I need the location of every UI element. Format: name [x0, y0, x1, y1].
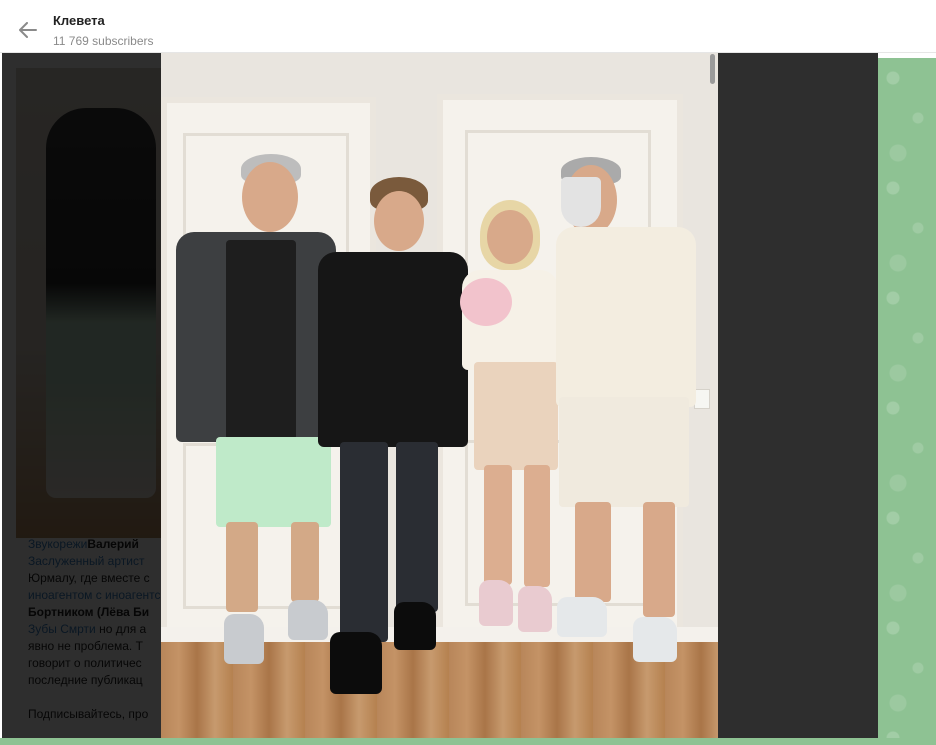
channel-title[interactable]: Клевета — [53, 13, 105, 28]
chat-wallpaper-strip — [0, 738, 936, 745]
photo-person-2 — [318, 177, 468, 707]
back-button[interactable] — [10, 12, 46, 48]
viewer-scrollbar[interactable] — [710, 54, 715, 84]
photo-person-4 — [551, 157, 701, 677]
media-viewer-photo[interactable] — [161, 52, 718, 738]
photo-person-3 — [454, 200, 564, 632]
arrow-left-icon — [19, 22, 37, 38]
subscriber-count: 11 769 subscribers — [53, 34, 154, 48]
chat-wallpaper — [878, 58, 936, 745]
chat-header: Клевета 11 769 subscribers — [0, 0, 936, 53]
photo-person-1 — [176, 152, 336, 682]
